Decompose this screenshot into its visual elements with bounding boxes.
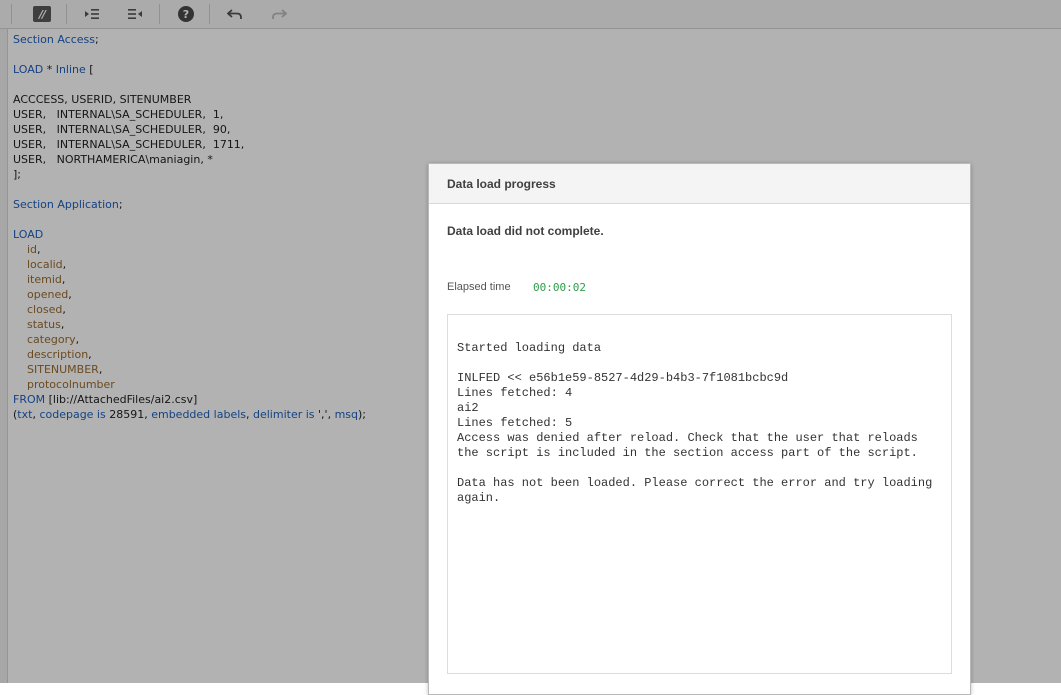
dialog-title: Data load progress (447, 176, 556, 191)
load-log-panel[interactable]: Started loading data INLFED << e56b1e59-8… (447, 314, 952, 674)
log-line: Lines fetched: 4 (457, 386, 573, 400)
log-line: INLFED << e56b1e59-8527-4d29-b4b3-7f1081… (457, 371, 789, 385)
log-line: ai2 (457, 401, 479, 415)
elapsed-time-value: 00:00:02 (533, 281, 586, 294)
elapsed-time-label: Elapsed time (447, 281, 511, 293)
log-line: Access was denied after reload. Check th… (457, 431, 926, 460)
load-status-message: Data load did not complete. (447, 224, 604, 238)
data-load-progress-dialog: Data load progress Data load did not com… (428, 163, 971, 695)
log-line: Lines fetched: 5 (457, 416, 573, 430)
log-line: Data has not been loaded. Please correct… (457, 476, 940, 505)
dialog-header: Data load progress (429, 164, 970, 204)
load-log-text: Started loading data INLFED << e56b1e59-8… (457, 341, 943, 506)
log-line: Started loading data (457, 341, 602, 355)
